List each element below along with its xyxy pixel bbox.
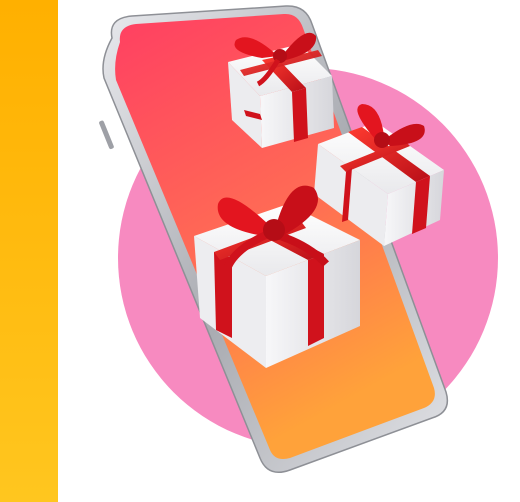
side-bar-fill [0,0,58,502]
promo-banner [0,0,520,502]
gift-phone-illustration [0,0,498,502]
phone-side-button [99,120,114,150]
